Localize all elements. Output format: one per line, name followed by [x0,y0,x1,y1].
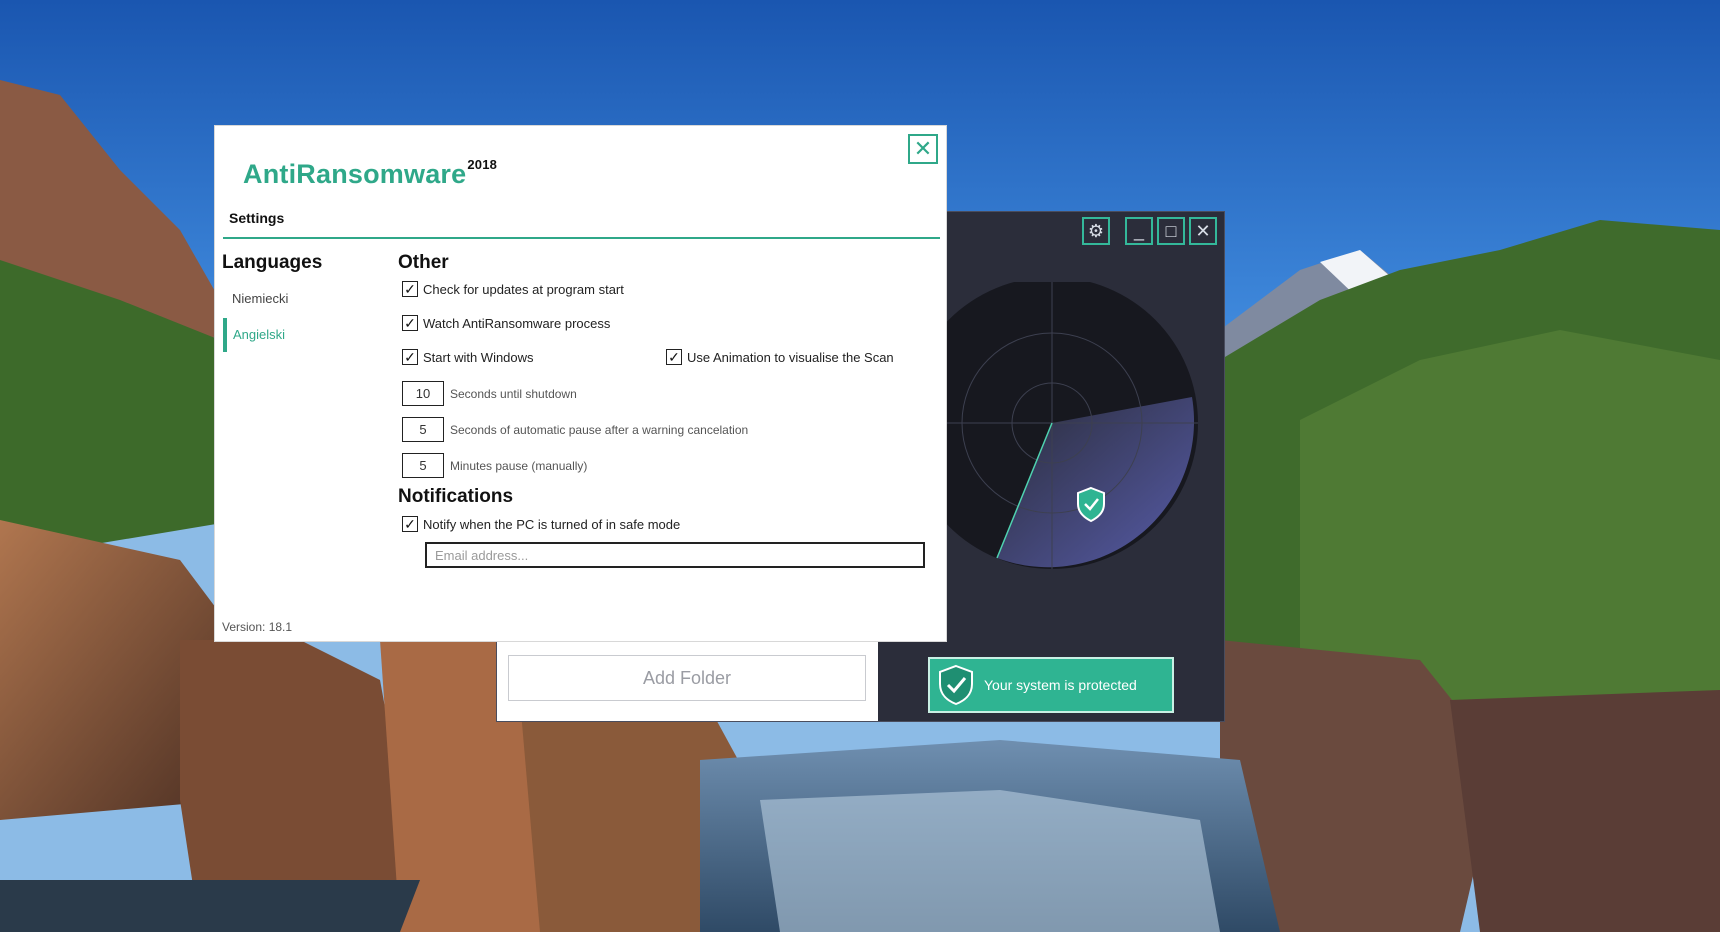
tab-underline [223,237,940,239]
safe-mode-notify-checkbox[interactable]: ✓ Notify when the PC is turned of in saf… [402,516,680,532]
app-name: AntiRansomware [243,159,467,189]
check-updates-checkbox[interactable]: ✓ Check for updates at program start [402,281,624,297]
checkbox-label: Watch AntiRansomware process [423,315,611,331]
watch-process-checkbox[interactable]: ✓ Watch AntiRansomware process [402,315,610,331]
field-label: Seconds of automatic pause after a warni… [450,422,749,437]
protection-status-badge: Your system is protected [928,657,1174,713]
checkbox-box[interactable]: ✓ [402,281,418,297]
checkbox-label: Start with Windows [423,349,534,365]
app-title: AntiRansomware2018 [243,157,498,190]
field-label: Minutes pause (manually) [450,458,588,473]
tab-settings[interactable]: Settings [229,210,284,226]
checkbox-box[interactable]: ✓ [402,315,418,331]
email-field[interactable] [425,542,925,568]
add-folder-area: Add Folder [497,642,878,721]
settings-window: AntiRansomware2018 ✕ Settings Languages … [215,126,946,641]
checkbox-label: Check for updates at program start [423,281,624,297]
language-item-angielski[interactable]: Angielski [223,318,285,352]
checkbox-label: Use Animation to visualise the Scan [687,349,894,365]
app-year: 2018 [467,157,498,172]
shutdown-seconds-field: 10 Seconds until shutdown [402,381,577,406]
other-heading: Other [398,252,449,273]
checkbox-label: Notify when the PC is turned of in safe … [423,516,681,532]
close-icon[interactable]: ✕ [908,134,938,164]
version-label: Version: 18.1 [222,620,293,634]
checkbox-box[interactable]: ✓ [402,516,418,532]
close-icon[interactable]: ✕ [1189,217,1217,245]
add-folder-button[interactable]: Add Folder [508,655,866,701]
manual-pause-minutes-field: 5 Minutes pause (manually) [402,453,587,478]
start-with-windows-checkbox[interactable]: ✓ Start with Windows [402,349,534,365]
gear-icon[interactable]: ⚙ [1082,217,1110,245]
shield-check-icon [939,664,973,706]
number-input[interactable]: 10 [402,381,444,406]
notifications-heading: Notifications [398,486,514,507]
languages-heading: Languages [222,252,323,273]
number-input[interactable]: 5 [402,417,444,442]
use-animation-checkbox[interactable]: ✓ Use Animation to visualise the Scan [666,349,894,365]
maximize-icon[interactable]: □ [1157,217,1185,245]
language-item-niemiecki[interactable]: Niemiecki [223,291,288,306]
checkbox-box[interactable]: ✓ [666,349,682,365]
checkbox-box[interactable]: ✓ [402,349,418,365]
auto-pause-seconds-field: 5 Seconds of automatic pause after a war… [402,417,748,442]
field-label: Seconds until shutdown [450,386,577,401]
status-text: Your system is protected [984,677,1137,693]
minimize-icon[interactable]: _ [1125,217,1153,245]
number-input[interactable]: 5 [402,453,444,478]
